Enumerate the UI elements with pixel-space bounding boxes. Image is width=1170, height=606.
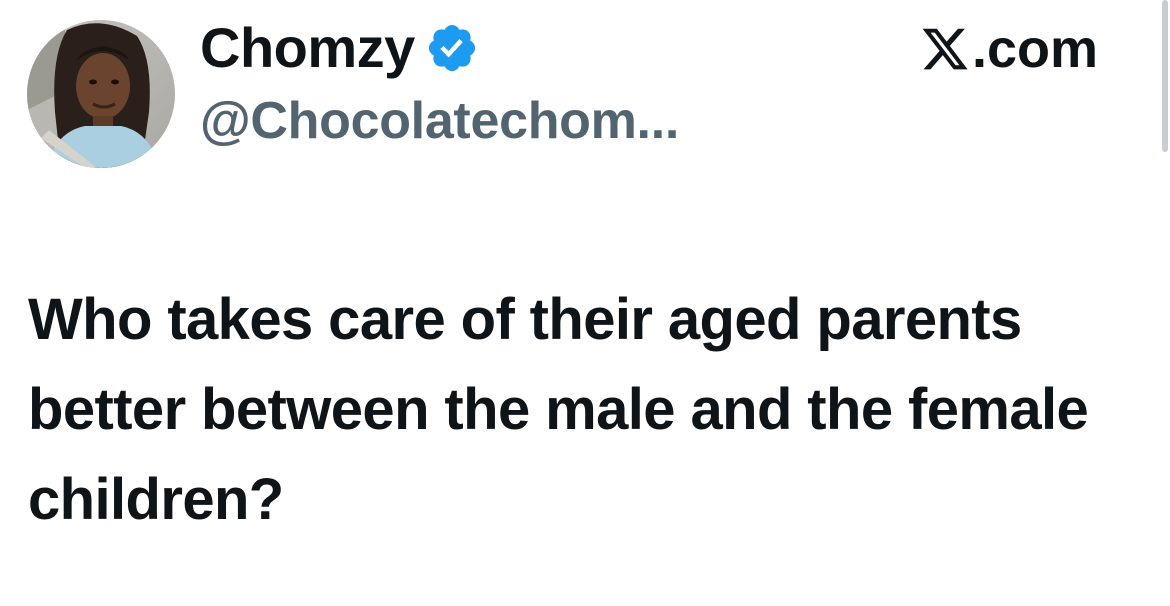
- scrollbar[interactable]: [1162, 0, 1168, 152]
- avatar-photo-icon: [27, 20, 175, 168]
- x-com-brand[interactable]: .com: [920, 22, 1098, 76]
- tweet-card: Chomzy @Chocolatechom... .com Who takes …: [0, 0, 1170, 606]
- author-handle[interactable]: @Chocolatechom...: [200, 95, 679, 147]
- brand-domain-text: .com: [971, 19, 1098, 79]
- x-logo-icon: [922, 28, 968, 70]
- verified-badge-icon: [428, 24, 475, 72]
- author-display-name[interactable]: Chomzy: [200, 20, 415, 76]
- tweet-text: Who takes care of their aged parents bet…: [28, 287, 1089, 532]
- author-name-row: Chomzy: [200, 12, 479, 84]
- author-avatar[interactable]: [27, 20, 175, 168]
